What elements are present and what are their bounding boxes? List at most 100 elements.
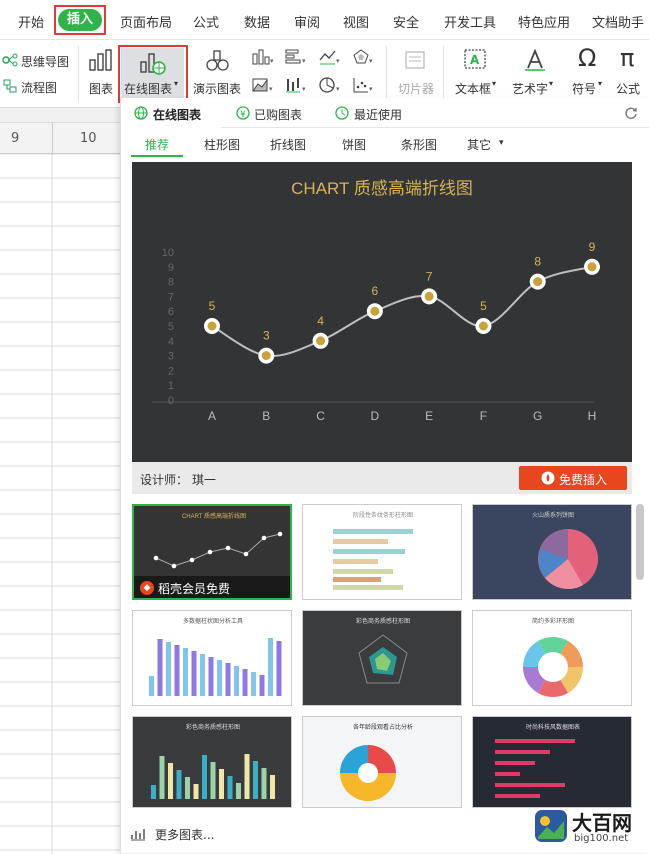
ribbon-divider	[78, 46, 79, 102]
column-divider	[52, 123, 53, 155]
column-chart-icon[interactable]: ▾	[251, 48, 275, 66]
template-title: 彩色商务质感柱形图	[356, 617, 410, 625]
docer-icon	[541, 471, 555, 485]
category-bar[interactable]: 条形图	[401, 136, 437, 153]
category-other[interactable]: 其它	[467, 136, 491, 153]
column-header-9[interactable]: 9	[11, 131, 19, 146]
mindmap-icon	[2, 53, 18, 67]
chart-preview[interactable]: CHART 质感高端折线图 0 1 2 3 4 5 6 7 8 9 10 5 A 3 B 4 C 6 D 7 E 5 F 8 G…	[132, 162, 632, 462]
symbol-icon: Ω	[578, 44, 597, 72]
pie-chart-icon[interactable]: ▾	[318, 76, 342, 94]
bar-chart-icon[interactable]: ▾	[284, 48, 308, 66]
data-point-center	[316, 336, 326, 346]
textbox-button[interactable]: 文本框	[455, 80, 491, 97]
wordart-dropdown-icon[interactable]: ▾	[549, 79, 553, 88]
data-point-center	[424, 291, 434, 301]
tab-data[interactable]: 数据	[244, 12, 270, 31]
chart-template-card[interactable]: 火山质系列饼图	[472, 504, 632, 600]
y-tick-label: 1	[168, 380, 174, 392]
template-preview: 简约多彩环形图	[523, 617, 583, 697]
chart-template-card[interactable]: 彩色商务质感柱形图	[132, 716, 292, 808]
svg-text:▾: ▾	[302, 85, 306, 93]
refresh-icon[interactable]	[624, 106, 638, 120]
tab-formula[interactable]: 公式	[193, 12, 219, 31]
purchased-icon: ¥	[236, 106, 250, 120]
cell-grid[interactable]	[0, 154, 120, 854]
tab-special-apps[interactable]: 特色应用	[518, 12, 570, 31]
category-column[interactable]: 柱形图	[204, 136, 240, 153]
symbol-button[interactable]: 符号	[572, 80, 596, 97]
symbol-dropdown-icon[interactable]: ▾	[598, 79, 602, 88]
chart-template-card[interactable]: 彩色商务质感柱形图	[302, 610, 462, 706]
mindmap-button[interactable]: 思维导图	[21, 53, 69, 70]
category-tabs: 推荐 柱形图 折线图 饼图 条形图 其它 ▾	[121, 128, 649, 158]
tab-security[interactable]: 安全	[393, 12, 419, 31]
svg-text:¥: ¥	[240, 110, 246, 120]
template-preview: 各年龄段观看占比分析	[340, 723, 413, 801]
column-header-10[interactable]: 10	[80, 131, 97, 146]
category-pie[interactable]: 饼图	[342, 136, 366, 153]
chart-icon	[89, 49, 112, 71]
chart-template-card[interactable]: 多数据柱状图分析工具	[132, 610, 292, 706]
chart-template-card[interactable]: 简约多彩环形图	[472, 610, 632, 706]
tab-online-chart[interactable]: 在线图表	[121, 98, 221, 128]
member-free-label: 稻壳会员免费	[158, 582, 231, 596]
globe-icon	[134, 106, 148, 120]
area-chart-icon[interactable]: ▾	[251, 76, 275, 94]
radar-chart-icon[interactable]: ▾	[352, 48, 376, 66]
formula-bar-strip	[0, 108, 120, 122]
chart-template-card[interactable]: 阶段性条纹条形柱形图	[302, 504, 462, 600]
free-insert-button[interactable]: 免费插入	[519, 466, 627, 490]
tab-developer[interactable]: 开发工具	[444, 12, 496, 31]
formula-button[interactable]: 公式	[616, 80, 640, 97]
clock-icon	[335, 106, 349, 120]
template-title: 时尚科技风数据图表	[526, 723, 580, 731]
demo-chart-button[interactable]: 演示图表	[193, 80, 241, 97]
more-charts-link[interactable]: 更多图表...	[155, 826, 214, 843]
tab-review[interactable]: 审阅	[294, 12, 320, 31]
category-recommended[interactable]: 推荐	[145, 136, 169, 153]
bar-chart-icon	[131, 829, 145, 841]
data-label: 6	[372, 284, 379, 298]
chart-template-card[interactable]: 时尚科技风数据图表	[472, 716, 632, 808]
tab-purchased-chart[interactable]: 已购图表	[254, 106, 302, 123]
category-line[interactable]: 折线图	[270, 136, 306, 153]
svg-text:▾: ▾	[269, 85, 273, 93]
svg-text:▾: ▾	[336, 85, 340, 93]
y-tick-label: 7	[168, 291, 174, 303]
scatter-chart-icon[interactable]: ▾	[352, 76, 376, 94]
tab-online-chart-label: 在线图表	[153, 108, 202, 122]
line-chart-icon[interactable]: ▾	[318, 48, 342, 66]
data-point-center	[533, 277, 543, 287]
wordart-icon	[525, 48, 545, 71]
svg-text:▾: ▾	[336, 57, 340, 65]
tab-view[interactable]: 视图	[343, 12, 369, 31]
y-tick-label: 4	[168, 336, 174, 348]
x-tick-label: H	[588, 409, 597, 423]
category-other-dropdown-icon[interactable]: ▾	[499, 138, 504, 148]
tab-recent[interactable]: 最近使用	[354, 106, 402, 123]
flowchart-button[interactable]: 流程图	[21, 79, 57, 96]
online-chart-panel: 在线图表 ¥ 已购图表 最近使用 推荐 柱形图 折线图 饼图 条形图 其它 ▾ …	[120, 98, 649, 853]
tab-doc-assistant[interactable]: 文档助手	[592, 12, 644, 31]
chart-template-card[interactable]: 各年龄段观看占比分析	[302, 716, 462, 808]
free-insert-label: 免费插入	[559, 473, 608, 487]
y-tick-label: 3	[168, 351, 174, 363]
slicer-button[interactable]: 切片器	[398, 80, 434, 97]
designer-name: 琪一	[192, 473, 217, 487]
tab-page-layout[interactable]: 页面布局	[120, 12, 172, 31]
stock-chart-icon[interactable]: ▾	[284, 76, 308, 94]
scrollbar[interactable]	[636, 504, 644, 580]
tab-home[interactable]: 开始	[18, 12, 44, 31]
textbox-dropdown-icon[interactable]: ▾	[492, 79, 496, 88]
logo-subtext: big100.net	[574, 833, 629, 844]
docer-icon: ◆	[140, 581, 154, 595]
chart-template-card[interactable]: CHART 质感高端折线图 ◆ 稻壳会员免费	[132, 504, 292, 600]
wordart-button[interactable]: 艺术字	[512, 80, 548, 97]
ribbon-divider	[386, 46, 387, 102]
data-point-center	[478, 321, 488, 331]
data-point-center	[370, 306, 380, 316]
data-label: 3	[263, 329, 270, 343]
chart-button[interactable]: 图表	[89, 80, 113, 97]
x-tick-label: E	[425, 409, 433, 423]
